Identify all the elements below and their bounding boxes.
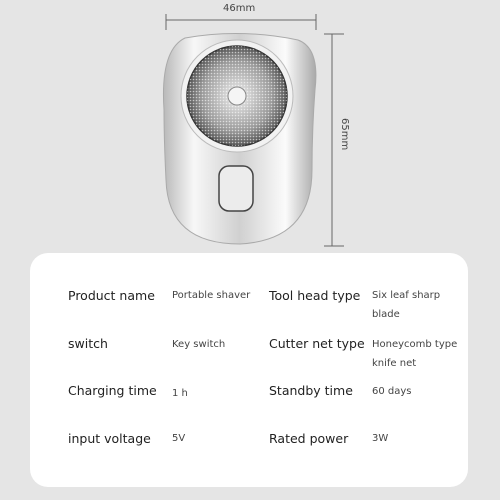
spec-label: switch	[68, 336, 108, 351]
spec-value: Six leaf sharp blade	[372, 290, 441, 320]
spec-value: 1 h	[172, 388, 188, 399]
spec-label: Charging time	[68, 383, 157, 398]
width-label: 46mm	[223, 3, 256, 14]
shaver-product-image	[162, 14, 344, 247]
power-button	[218, 165, 254, 212]
spec-value: Key switch	[172, 339, 226, 350]
spec-label: Tool head type	[269, 288, 361, 303]
spec-label: Rated power	[269, 431, 349, 446]
height-label: 65mm	[339, 118, 350, 151]
spec-value: Portable shaver	[172, 290, 251, 301]
spec-label: Standby time	[269, 383, 353, 398]
spec-value: 5V	[172, 433, 186, 444]
width-dimension-line	[165, 14, 317, 30]
spec-value: 60 days	[372, 386, 412, 397]
spec-label: Product name	[68, 288, 155, 303]
spec-card: Product name Portable shaver switch Key …	[30, 253, 468, 487]
spec-label: Cutter net type	[269, 336, 365, 351]
spec-label: input voltage	[68, 431, 151, 446]
spec-value: 3W	[372, 433, 389, 444]
spec-value: Honeycomb type knife net	[372, 339, 458, 369]
